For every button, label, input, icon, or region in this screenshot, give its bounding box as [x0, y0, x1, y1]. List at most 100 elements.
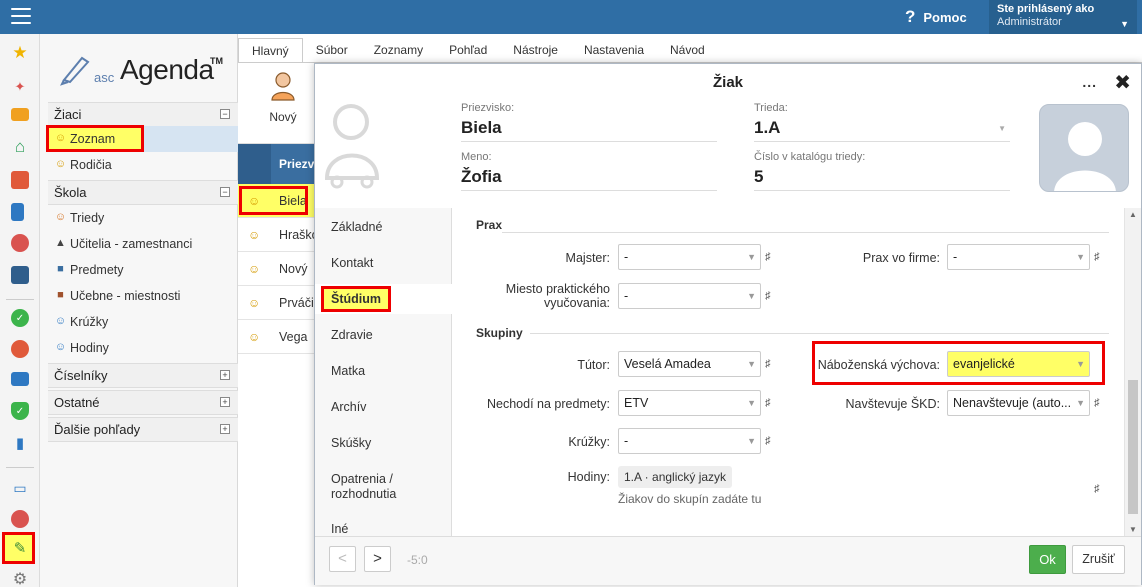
pen-icon[interactable]: ✎	[11, 539, 29, 557]
tab-subor[interactable]: Súbor	[303, 38, 361, 62]
hash-icon[interactable]: ♯	[1094, 397, 1100, 409]
class-field[interactable]: Trieda: 1.A ▼	[754, 102, 1010, 142]
nav-section-dalsie[interactable]: Ďalšie pohľady +	[48, 417, 238, 442]
notgo-select[interactable]: ETV ▼	[618, 390, 761, 416]
nav-item-rodicia[interactable]: ☺ Rodičia	[48, 152, 238, 178]
collapse-icon[interactable]: −	[220, 187, 230, 197]
catalog-label: Číslo v katalógu triedy:	[754, 151, 866, 163]
table-row[interactable]: ☺ Vega	[238, 320, 318, 354]
nav-item-predmety[interactable]: ■ Predmety	[48, 257, 238, 283]
new-student-button[interactable]: Nový	[263, 71, 303, 124]
menu-icon[interactable]	[11, 8, 31, 24]
side-tab-studium[interactable]: Štúdium	[315, 284, 454, 314]
tab-hlavny[interactable]: Hlavný	[238, 38, 303, 62]
hash-icon[interactable]: ♯	[1094, 483, 1100, 495]
firm-label: Prax vo firme:	[862, 251, 940, 265]
user-menu[interactable]: Ste prihlásený ako Administrátor ▼	[989, 0, 1137, 34]
hash-icon[interactable]: ♯	[765, 397, 771, 409]
bar-chart-icon[interactable]: ▮	[11, 434, 29, 452]
row-surname: Hraško	[279, 228, 319, 242]
chat-icon[interactable]	[11, 510, 29, 528]
tab-nastavenia[interactable]: Nastavenia	[571, 38, 657, 62]
nav-item-ucebne[interactable]: ■ Učebne - miestnosti	[48, 283, 238, 309]
scroll-thumb[interactable]	[1128, 380, 1138, 514]
collapse-icon[interactable]: −	[220, 109, 230, 119]
nav-item-zoznam-overlay[interactable]: ☺ Zoznam	[48, 126, 238, 152]
cancel-button[interactable]: Zrušiť	[1072, 545, 1125, 574]
tab-zoznamy[interactable]: Zoznamy	[361, 38, 436, 62]
table-header[interactable]: Priezv	[238, 144, 318, 184]
catalog-number-field[interactable]: Číslo v katalógu triedy: 5	[754, 151, 1010, 191]
prev-record-button[interactable]: <	[329, 546, 356, 572]
scroll-down-icon[interactable]: ▼	[1129, 525, 1137, 534]
side-tab-zdravie[interactable]: Zdravie	[315, 328, 452, 343]
side-tab-ine[interactable]: Iné	[315, 522, 452, 537]
tab-pohlad[interactable]: Pohľad	[436, 38, 500, 62]
firm-select[interactable]: - ▼	[947, 244, 1090, 270]
nav-section-ciselniky[interactable]: Číselníky +	[48, 363, 238, 388]
student-dialog: Žiak ... ✖ Priezvisko: Biela Meno: Žofia…	[314, 63, 1142, 585]
tutor-select[interactable]: Veselá Amadea ▼	[618, 351, 761, 377]
tab-nastroje[interactable]: Nástroje	[500, 38, 571, 62]
table-row[interactable]: ☺ Prváči	[238, 286, 318, 320]
chart-down-icon[interactable]	[11, 340, 29, 358]
hash-icon[interactable]: ♯	[1094, 251, 1100, 263]
expand-icon[interactable]: +	[220, 370, 230, 380]
more-icon[interactable]: ...	[1082, 74, 1097, 90]
student-photo[interactable]	[1039, 104, 1129, 192]
nav-item-ucitelia[interactable]: ▲ Učitelia - zamestnanci	[48, 231, 238, 257]
gear-icon[interactable]: ⚙	[11, 570, 29, 587]
side-tab-matka[interactable]: Matka	[315, 364, 452, 379]
ok-button[interactable]: Ok	[1029, 545, 1066, 574]
firm-value: -	[953, 250, 958, 264]
nav-section-ostatne[interactable]: Ostatné +	[48, 390, 238, 415]
person-icon[interactable]	[11, 234, 29, 252]
magic-wand-icon[interactable]: ✦	[11, 78, 29, 96]
check-icon[interactable]: ✓	[11, 309, 29, 327]
home-icon[interactable]: ⌂	[11, 137, 29, 156]
hash-icon[interactable]: ♯	[765, 435, 771, 447]
hash-icon[interactable]: ♯	[765, 290, 771, 302]
hours-chip[interactable]: 1.A · anglický jazyk	[618, 466, 733, 488]
side-tab-zakladne[interactable]: Základné	[315, 220, 452, 235]
nav-item-kruzky[interactable]: ☺ Krúžky	[48, 309, 238, 335]
master-select[interactable]: - ▼	[618, 244, 761, 270]
side-tab-kontakt[interactable]: Kontakt	[315, 256, 452, 271]
calendar-icon[interactable]	[11, 171, 29, 189]
open-book-icon[interactable]: ▭	[11, 479, 29, 497]
close-icon[interactable]: ✖	[1114, 70, 1131, 95]
nav-item-triedy[interactable]: ☺ Triedy	[48, 205, 238, 231]
book-icon[interactable]	[11, 203, 24, 221]
skd-select[interactable]: Nenavštevuje (auto... ▼	[947, 390, 1090, 416]
surname-field[interactable]: Priezvisko: Biela	[461, 102, 717, 142]
mail-icon[interactable]	[11, 108, 29, 121]
side-tab-archiv[interactable]: Archív	[315, 400, 452, 415]
hash-icon[interactable]: ♯	[765, 358, 771, 370]
scroll-up-icon[interactable]: ▲	[1129, 210, 1137, 219]
table-row[interactable]: ☺ Hraško	[238, 218, 319, 252]
clubs-select[interactable]: - ▼	[618, 428, 761, 454]
nav-item-label: Krúžky	[70, 315, 109, 329]
side-tab-opatrenia[interactable]: Opatrenia / rozhodnutia	[315, 472, 425, 502]
logo-asc: asc	[94, 70, 115, 85]
nav-section-ziaci[interactable]: Žiaci −	[48, 102, 238, 127]
shield-icon[interactable]: ✓	[11, 402, 29, 420]
side-tab-skusky[interactable]: Skúšky	[315, 436, 452, 451]
expand-icon[interactable]: +	[220, 397, 230, 407]
table-row[interactable]: ☺ Nový	[238, 252, 318, 286]
expand-icon[interactable]: +	[220, 424, 230, 434]
groups-hint[interactable]: Žiakov do skupín zadáte tu	[618, 492, 761, 506]
place-select[interactable]: - ▼	[618, 283, 761, 309]
timetable-icon[interactable]	[11, 266, 29, 284]
tab-navod[interactable]: Návod	[657, 38, 718, 62]
help-link[interactable]: ? Pomoc	[905, 7, 967, 27]
content-scrollbar[interactable]: ▲ ▼	[1124, 208, 1141, 536]
hash-icon[interactable]: ♯	[765, 251, 771, 263]
next-record-button[interactable]: >	[364, 546, 391, 572]
name-field[interactable]: Meno: Žofia	[461, 151, 717, 191]
nav-item-hodiny[interactable]: ☺ Hodiny	[48, 335, 238, 361]
briefcase-icon[interactable]	[11, 372, 29, 386]
nav-section-skola[interactable]: Škola −	[48, 180, 238, 205]
star-icon[interactable]: ★	[11, 43, 29, 62]
religion-select[interactable]: evanjelické ▼	[947, 351, 1090, 377]
